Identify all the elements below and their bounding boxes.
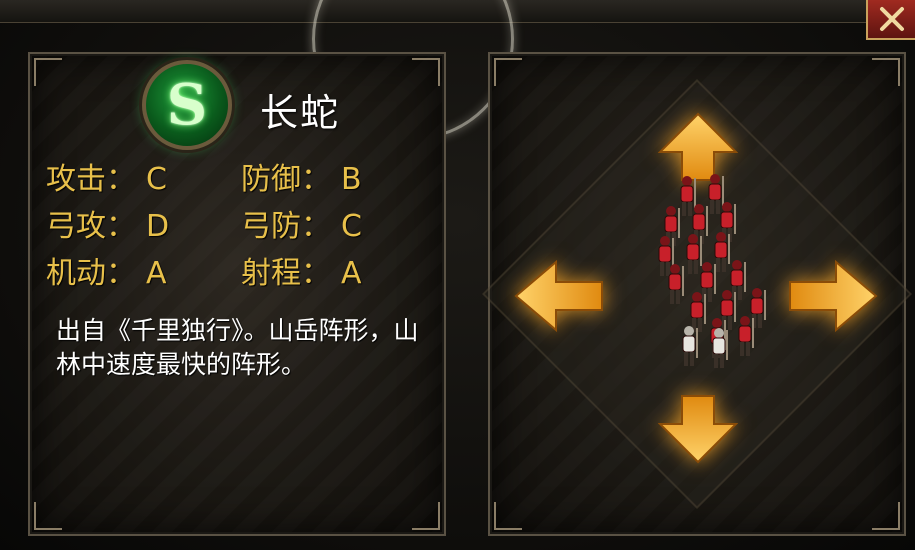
stat-mobility: 机动： A [46,248,241,292]
arrow-down-icon [658,395,738,464]
stat-row: 机动： A 射程： A [46,246,436,293]
stat-value: C [341,208,362,244]
stat-defense: 防御： B [241,154,436,198]
close-button[interactable] [866,0,915,40]
corner-ornament [494,58,522,86]
stat-bow-defense: 弓防： C [241,201,436,245]
stat-value: B [341,161,362,197]
stat-range: 射程： A [241,248,436,292]
corner-ornament [494,502,522,530]
soldier-red [668,264,684,304]
corner-ornament [34,58,62,86]
formation-info-panel: S 长蛇 攻击： C 防御： B 弓攻： D 弓防： C 机动： A 射程： A 出自《千里… [28,52,446,536]
formation-preview-panel [482,52,912,536]
corner-ornament [412,502,440,530]
soldier-white [712,328,728,368]
arrow-right-icon [789,260,878,332]
badge-letter: S [166,72,208,138]
soldier-white [682,326,698,366]
stat-label: 弓防： [241,208,331,244]
stat-bow-attack: 弓攻： D [46,201,241,245]
stat-label: 机动： [46,255,136,291]
arrow-left-icon [514,260,603,332]
soldier-red [738,316,754,356]
stat-value: A [341,255,362,291]
stat-label: 防御： [241,161,331,197]
stat-value: D [146,208,170,244]
formation-grade-badge: S [142,60,232,150]
stat-row: 弓攻： D 弓防： C [46,199,436,246]
corner-ornament [872,58,900,86]
stat-label: 弓攻： [46,208,136,244]
stats-grid: 攻击： C 防御： B 弓攻： D 弓防： C 机动： A 射程： A [46,152,436,293]
formation-title: 长蛇 [260,91,341,135]
corner-ornament [412,58,440,86]
corner-ornament [34,502,62,530]
stat-value: A [146,255,167,291]
formation-screen: S 长蛇 攻击： C 防御： B 弓攻： D 弓防： C 机动： A 射程： A 出自《千里… [0,0,915,550]
stat-label: 射程： [241,255,331,291]
stat-row: 攻击： C 防御： B [46,152,436,199]
stat-value: C [146,161,167,197]
stat-attack: 攻击： C [46,154,241,198]
corner-ornament [872,502,900,530]
stat-label: 攻击： [46,161,136,197]
top-bar [0,0,915,23]
formation-description: 出自《千里独行》。山岳阵形，山林中速度最快的阵形。 [56,316,419,379]
arrow-up-icon [658,112,738,181]
close-icon [879,7,904,31]
